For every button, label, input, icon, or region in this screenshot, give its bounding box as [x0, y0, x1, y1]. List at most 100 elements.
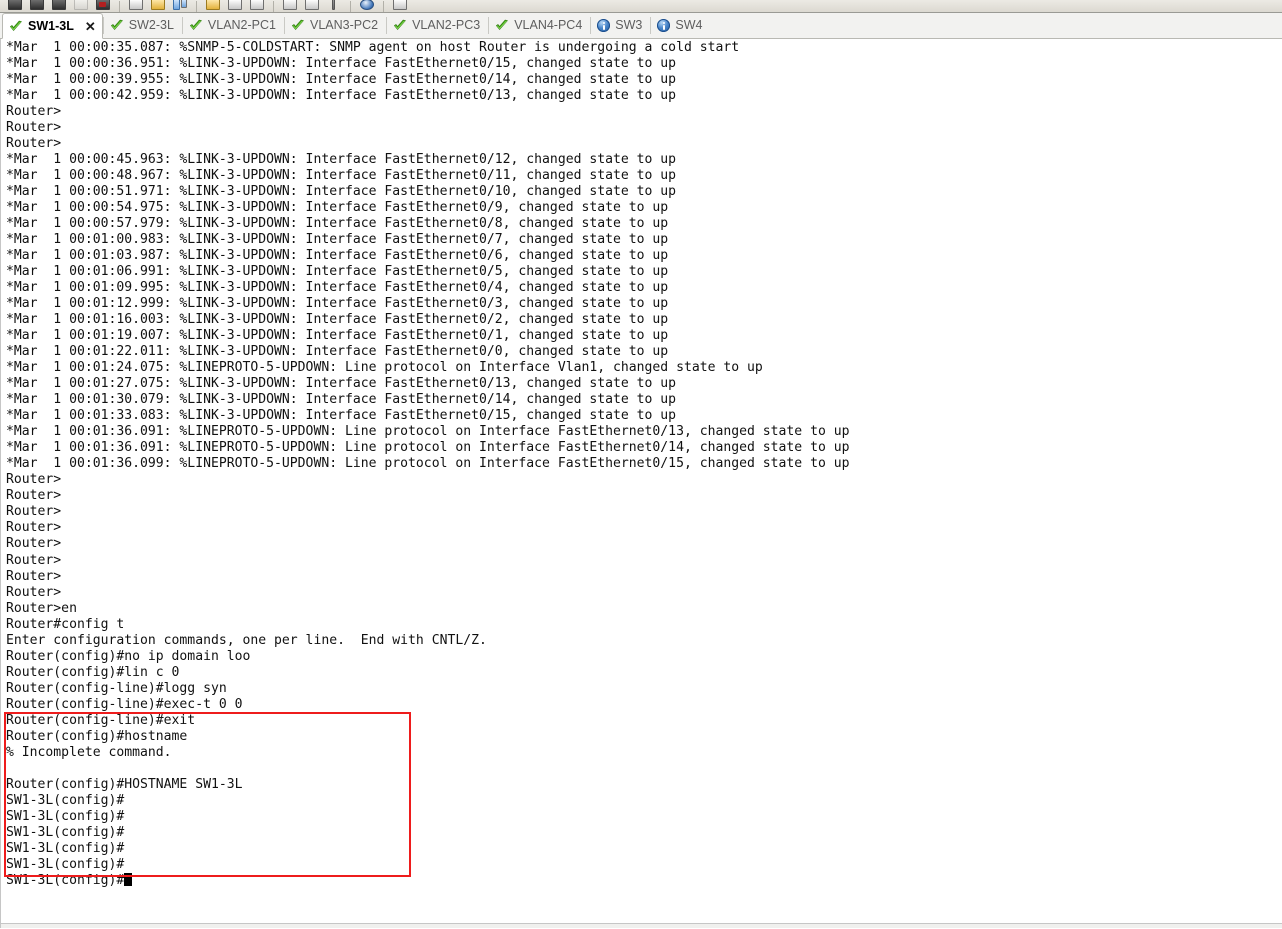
- terminal-line: *Mar 1 00:00:35.087: %SNMP-5-COLDSTART: …: [6, 40, 740, 55]
- terminal-line: Router(config-line)#exec-t 0 0: [6, 696, 243, 712]
- tab-label: VLAN2-PC1: [207, 18, 276, 33]
- terminal-line: SW1-3L(config)#: [6, 856, 125, 872]
- terminal-output[interactable]: *Mar 1 00:00:35.087: %SNMP-5-COLDSTART: …: [1, 39, 1282, 928]
- green-check-icon: [110, 19, 124, 32]
- toolbar-separator: [119, 1, 120, 12]
- terminal-line: Router>: [6, 104, 62, 120]
- globe-icon[interactable]: [359, 0, 375, 12]
- rectangle-icon[interactable]: [172, 0, 188, 12]
- terminal-line: *Mar 1 00:00:48.967: %LINK-3-UPDOWN: Int…: [6, 168, 677, 184]
- terminal-line: *Mar 1 00:01:19.007: %LINK-3-UPDOWN: Int…: [6, 328, 669, 344]
- tab-label: VLAN3-PC2: [310, 18, 379, 33]
- routers-icon[interactable]: [7, 0, 23, 12]
- terminal-line: % Incomplete command.: [6, 744, 172, 760]
- terminal-line: Router>: [6, 472, 62, 488]
- tab-vlan2-pc3[interactable]: VLAN2-PC3: [387, 13, 488, 38]
- terminal-line: SW1-3L(config)#: [6, 840, 125, 856]
- terminal-line: Router>: [6, 568, 62, 584]
- green-check-icon: [189, 19, 203, 32]
- terminal-line: *Mar 1 00:01:27.075: %LINK-3-UPDOWN: Int…: [6, 376, 677, 392]
- terminal-line: Router(config)#hostname: [6, 728, 188, 744]
- toolbar-annotation-group: [125, 0, 191, 12]
- open-file-icon-2[interactable]: [227, 0, 243, 12]
- close-icon[interactable]: ✕: [85, 20, 96, 33]
- devices-icon[interactable]: [95, 0, 111, 12]
- terminal-line: Router>: [6, 488, 62, 504]
- terminal-line: *Mar 1 00:00:57.979: %LINK-3-UPDOWN: Int…: [6, 216, 669, 232]
- terminal-line: Router(config)#lin c 0: [6, 664, 180, 680]
- panel-icon[interactable]: [392, 0, 408, 12]
- terminal-line: Router(config-line)#logg syn: [6, 680, 227, 696]
- toolbar: [0, 0, 1282, 13]
- toolbar-tools-group: [279, 0, 345, 12]
- tab-label: SW3: [615, 18, 643, 33]
- tab-sw2-3l[interactable]: SW2-3L: [104, 13, 182, 38]
- terminal-line: Router>en: [6, 600, 77, 616]
- tab-sw3[interactable]: SW3: [591, 13, 650, 38]
- tab-label: SW4: [675, 18, 703, 33]
- terminal-line: *Mar 1 00:00:39.955: %LINK-3-UPDOWN: Int…: [6, 72, 677, 88]
- toolbar-separator: [273, 1, 274, 12]
- toolbar-separator: [383, 1, 384, 12]
- tab-vlan2-pc1[interactable]: VLAN2-PC1: [183, 13, 284, 38]
- terminal-panel[interactable]: *Mar 1 00:00:35.087: %SNMP-5-COLDSTART: …: [0, 39, 1282, 928]
- routers-icon-2[interactable]: [29, 0, 45, 12]
- green-check-icon: [495, 19, 509, 32]
- terminal-line: *Mar 1 00:00:36.951: %LINK-3-UPDOWN: Int…: [6, 56, 677, 72]
- blue-info-icon: [597, 19, 611, 32]
- terminal-line: *Mar 1 00:01:24.075: %LINEPROTO-5-UPDOWN…: [6, 360, 763, 376]
- terminal-line: Enter configuration commands, one per li…: [6, 632, 487, 648]
- toolbar-device-group: [4, 0, 114, 12]
- terminal-line: Router(config)#HOSTNAME SW1-3L: [6, 776, 243, 792]
- scribble-icon[interactable]: [304, 0, 320, 12]
- tab-sw4[interactable]: SW4: [651, 13, 710, 38]
- terminal-line: Router>: [6, 536, 62, 552]
- open-file-icon[interactable]: [205, 0, 221, 12]
- tab-label: VLAN4-PC4: [514, 18, 583, 33]
- terminal-line: Router>: [6, 520, 62, 536]
- tab-label: SW1-3L: [28, 18, 74, 33]
- terminal-line: Router(config)#no ip domain loo: [6, 648, 251, 664]
- terminal-line: SW1-3L(config)#: [6, 792, 125, 808]
- terminal-line: *Mar 1 00:01:00.983: %LINK-3-UPDOWN: Int…: [6, 232, 669, 248]
- tab-label: SW2-3L: [128, 18, 174, 33]
- terminal-line: *Mar 1 00:01:36.091: %LINEPROTO-5-UPDOWN…: [6, 440, 850, 456]
- window-bottom-edge: [1, 923, 1282, 928]
- green-check-icon: [291, 19, 305, 32]
- terminal-line: Router>: [6, 136, 62, 152]
- terminal-line: *Mar 1 00:01:30.079: %LINK-3-UPDOWN: Int…: [6, 392, 677, 408]
- tab-vlan3-pc2[interactable]: VLAN3-PC2: [285, 13, 386, 38]
- toolbar-separator: [196, 1, 197, 12]
- open-file-icon-3[interactable]: [249, 0, 265, 12]
- terminal-line: SW1-3L(config)#: [6, 808, 125, 824]
- terminal-line: *Mar 1 00:01:22.011: %LINK-3-UPDOWN: Int…: [6, 344, 669, 360]
- blue-info-icon: [657, 19, 671, 32]
- terminal-line: *Mar 1 00:01:33.083: %LINK-3-UPDOWN: Int…: [6, 408, 677, 424]
- terminal-line: *Mar 1 00:01:12.999: %LINK-3-UPDOWN: Int…: [6, 296, 669, 312]
- marker-icon[interactable]: [326, 0, 342, 12]
- terminal-line: Router#config t: [6, 616, 125, 632]
- hubs-icon[interactable]: [73, 0, 89, 12]
- terminal-line: Router>: [6, 504, 62, 520]
- text-icon[interactable]: [150, 0, 166, 12]
- terminal-line: *Mar 1 00:00:42.959: %LINK-3-UPDOWN: Int…: [6, 88, 677, 104]
- terminal-line: SW1-3L(config)#: [6, 824, 125, 840]
- green-check-icon: [9, 20, 23, 33]
- terminal-line: Router>: [6, 552, 62, 568]
- pdu-icon[interactable]: [282, 0, 298, 12]
- note-icon[interactable]: [128, 0, 144, 12]
- terminal-cursor: [124, 872, 133, 886]
- terminal-line: Router(config-line)#exit: [6, 712, 196, 728]
- toolbar-separator: [350, 1, 351, 12]
- terminal-line: *Mar 1 00:01:36.099: %LINEPROTO-5-UPDOWN…: [6, 456, 850, 472]
- terminal-line: *Mar 1 00:01:06.991: %LINK-3-UPDOWN: Int…: [6, 264, 669, 280]
- tab-sw1-3l[interactable]: SW1-3L ✕: [2, 13, 103, 39]
- switches-icon[interactable]: [51, 0, 67, 12]
- device-tab-bar[interactable]: SW1-3L ✕ SW2-3L VLAN2-PC1 VLAN3-PC2 VLAN2-PC3…: [0, 13, 1282, 39]
- terminal-line: *Mar 1 00:01:09.995: %LINK-3-UPDOWN: Int…: [6, 280, 669, 296]
- terminal-line: Router>: [6, 120, 62, 136]
- tab-vlan4-pc4[interactable]: VLAN4-PC4: [489, 13, 590, 38]
- terminal-line: *Mar 1 00:01:03.987: %LINK-3-UPDOWN: Int…: [6, 248, 669, 264]
- terminal-line: *Mar 1 00:00:45.963: %LINK-3-UPDOWN: Int…: [6, 152, 677, 168]
